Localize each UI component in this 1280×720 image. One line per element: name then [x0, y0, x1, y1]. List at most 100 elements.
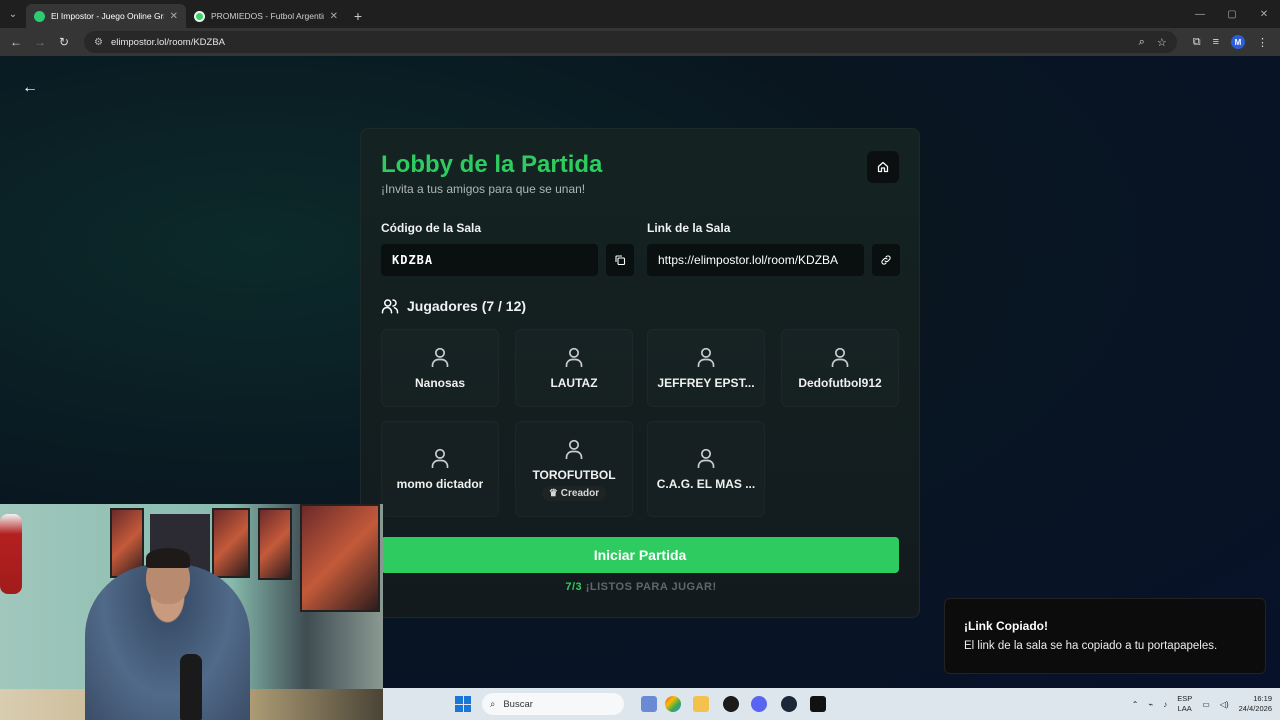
new-tab-button[interactable]: + — [346, 4, 370, 28]
back-icon[interactable]: ← — [6, 32, 26, 52]
players-heading: Jugadores (7 / 12) — [381, 297, 526, 315]
toast-notification: ¡Link Copiado! El link de la sala se ha … — [944, 598, 1266, 674]
tray-chevron-icon[interactable]: ⌃ — [1132, 700, 1139, 709]
favicon-icon — [34, 10, 45, 22]
tab-title: El Impostor - Juego Online Gratis — [51, 11, 164, 21]
os-taskbar: ⌕ Buscar ⌃ ⌁ ♪ ESP LAA ▭ ◁) 16:19 24/4/2… — [383, 688, 1280, 720]
user-icon — [565, 439, 583, 459]
language-indicator[interactable]: ESP LAA — [1177, 694, 1192, 714]
player-name: C.A.G. EL MAS ... — [656, 477, 756, 491]
clock[interactable]: 16:19 24/4/2026 — [1239, 694, 1272, 714]
player-card: Dedofutbol912 — [781, 329, 899, 407]
zoom-icon[interactable]: ⌕ — [1139, 36, 1145, 49]
user-icon — [697, 448, 715, 468]
taskbar-search[interactable]: ⌕ Buscar — [482, 693, 624, 715]
back-arrow-icon[interactable]: ← — [20, 78, 40, 98]
copy-icon — [615, 255, 626, 266]
forward-icon[interactable]: → — [30, 32, 50, 52]
home-icon — [877, 161, 889, 173]
tab-close-icon[interactable]: ✕ — [170, 11, 178, 22]
webcam-poster — [300, 504, 380, 612]
crown-icon: ♛ — [548, 487, 558, 499]
page-subtitle: ¡Invita a tus amigos para que se unan! — [381, 182, 586, 196]
player-name: JEFFREY EPST... — [657, 376, 755, 390]
user-icon — [697, 347, 715, 367]
copy-link-button[interactable] — [872, 244, 900, 276]
epic-games-icon[interactable] — [810, 696, 826, 712]
users-icon — [381, 299, 399, 314]
webcam-microphone — [180, 654, 202, 720]
tab-close-icon[interactable]: ✕ — [330, 11, 338, 22]
lang-top: ESP — [1177, 694, 1193, 703]
webcam-overlay — [0, 504, 383, 720]
site-info-icon[interactable]: ⚙ — [94, 37, 103, 48]
player-name: momo dictador — [396, 477, 484, 491]
start-game-button[interactable]: Iniciar Partida — [381, 537, 899, 573]
player-card: JEFFREY EPST... — [647, 329, 765, 407]
favicon-icon — [194, 10, 205, 22]
room-link-field[interactable]: https://elimpostor.lol/room/KDZBA — [647, 244, 864, 276]
ready-status: 7/3 ¡LISTOS PARA JUGAR! — [361, 581, 921, 593]
room-code-field[interactable]: KDZBA — [381, 244, 598, 276]
clock-time: 16:19 — [1253, 694, 1272, 703]
system-tray: ⌃ ⌁ ♪ ESP LAA ▭ ◁) 16:19 24/4/2026 — [1132, 688, 1272, 720]
copy-code-button[interactable] — [606, 244, 634, 276]
browser-tab-strip: ⌄ El Impostor - Juego Online Gratis ✕ PR… — [0, 0, 1280, 28]
maximize-icon[interactable]: ▢ — [1216, 0, 1248, 28]
tab-el-impostor[interactable]: El Impostor - Juego Online Gratis ✕ — [26, 4, 186, 28]
extensions-icon[interactable]: ⧉ — [1193, 36, 1201, 49]
player-card: Nanosas — [381, 329, 499, 407]
media-icon[interactable]: ≡ — [1213, 36, 1219, 48]
player-card: C.A.G. EL MAS ... — [647, 421, 765, 517]
mic-icon[interactable]: ♪ — [1163, 700, 1167, 709]
windows-start-icon[interactable] — [455, 696, 471, 712]
steam-icon[interactable] — [781, 696, 797, 712]
menu-icon[interactable]: ⋮ — [1257, 36, 1268, 49]
player-name: Nanosas — [414, 376, 466, 390]
lobby-card: Lobby de la Partida ¡Invita a tus amigos… — [360, 128, 920, 618]
tab-promiedos[interactable]: PROMIEDOS - Futbol Argentino ✕ — [186, 4, 346, 28]
discord-icon[interactable] — [751, 696, 767, 712]
search-icon: ⌕ — [490, 698, 496, 710]
lang-bottom: LAA — [1177, 704, 1192, 713]
link-icon — [881, 255, 891, 265]
webcam-decoration — [0, 514, 22, 594]
creator-badge-label: Creador — [560, 487, 600, 499]
player-card-creator: TOROFUTBOL ♛ Creador — [515, 421, 633, 517]
clock-date: 24/4/2026 — [1238, 704, 1272, 713]
user-icon — [431, 448, 449, 468]
player-name: Dedofutbol912 — [798, 376, 882, 390]
chrome-icon[interactable] — [665, 696, 681, 712]
players-count-label: Jugadores (7 / 12) — [407, 298, 527, 314]
user-icon — [431, 347, 449, 367]
close-window-icon[interactable]: ✕ — [1248, 0, 1280, 28]
bookmark-star-icon[interactable]: ☆ — [1157, 36, 1167, 49]
app-icon[interactable] — [723, 696, 739, 712]
webcam-poster — [212, 508, 250, 578]
minimize-icon[interactable]: — — [1184, 0, 1216, 28]
user-icon — [565, 347, 583, 367]
file-explorer-icon[interactable] — [693, 696, 709, 712]
reload-icon[interactable]: ↻ — [54, 32, 74, 52]
address-bar[interactable]: ⚙ elimpostor.lol/room/KDZBA ⌕ ☆ — [84, 31, 1177, 53]
tab-search-icon[interactable]: ⌄ — [0, 0, 26, 28]
ready-count: 7/3 — [565, 581, 583, 593]
player-name: TOROFUTBOL — [532, 467, 616, 482]
network-icon[interactable]: ⌁ — [1148, 700, 1153, 709]
player-card: momo dictador — [381, 421, 499, 517]
profile-avatar[interactable]: M — [1231, 35, 1245, 49]
player-name: LAUTAZ — [550, 376, 598, 390]
ready-text: ¡LISTOS PARA JUGAR! — [585, 581, 717, 593]
teams-icon[interactable] — [641, 696, 657, 712]
search-placeholder: Buscar — [503, 698, 533, 710]
window-controls: — ▢ ✕ — [1184, 0, 1280, 28]
webcam-poster — [258, 508, 292, 580]
player-card: LAUTAZ — [515, 329, 633, 407]
toast-title: ¡Link Copiado! — [964, 619, 1048, 633]
home-button[interactable] — [867, 151, 899, 183]
tab-title: PROMIEDOS - Futbol Argentino — [211, 11, 324, 21]
user-icon — [831, 347, 849, 367]
volume-icon[interactable]: ◁) — [1220, 700, 1229, 709]
display-icon[interactable]: ▭ — [1202, 700, 1210, 709]
browser-toolbar: ← → ↻ ⚙ elimpostor.lol/room/KDZBA ⌕ ☆ ⧉ … — [0, 28, 1280, 56]
